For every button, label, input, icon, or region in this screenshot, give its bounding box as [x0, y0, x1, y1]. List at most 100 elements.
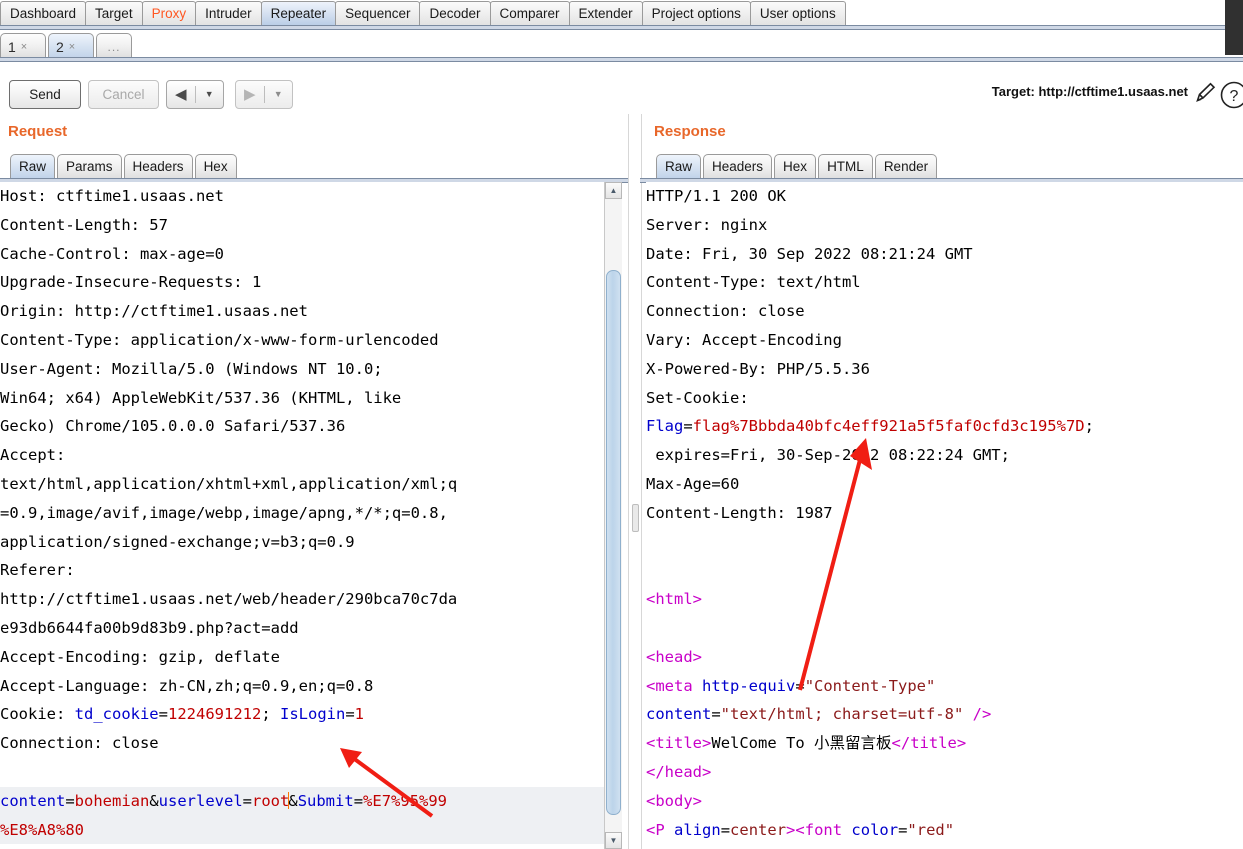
response-raw-editor[interactable]: HTTP/1.1 200 OK Server: nginx Date: Fri, 3…	[646, 182, 1243, 849]
main-tab-label: Proxy	[151, 6, 187, 21]
target-label: Target: http://ctftime1.usaas.net	[991, 84, 1188, 99]
editor-text: =	[795, 676, 805, 695]
editor-text: Server: nginx	[646, 215, 768, 234]
editor-text: e93db6644fa00b9d83b9.php?act=add	[0, 618, 299, 637]
editor-line: Connection: close	[0, 729, 604, 758]
main-tab-repeater[interactable]: Repeater	[260, 1, 337, 26]
back-arrow-icon[interactable]: ◀	[167, 81, 195, 108]
editor-text: center	[730, 820, 787, 839]
request-tab-raw[interactable]: Raw	[10, 154, 56, 179]
forward-arrow-icon[interactable]: ▶	[236, 81, 264, 108]
main-tab-label: User options	[759, 6, 836, 21]
editor-text: title	[910, 734, 957, 753]
scrollbar-thumb[interactable]	[606, 270, 621, 815]
main-tab-intruder[interactable]: Intruder	[195, 1, 262, 26]
pencil-icon[interactable]	[1192, 80, 1218, 106]
editor-line: Content-Length: 57	[0, 211, 604, 240]
request-tab-label: Hex	[203, 159, 228, 174]
request-raw-editor[interactable]: Host: ctftime1.usaas.net Content-Length: …	[0, 182, 604, 849]
send-button[interactable]: Send	[9, 80, 81, 109]
editor-text: content	[646, 705, 712, 724]
editor-text: WelCome To 小黑留言板	[711, 734, 892, 753]
send-button-label: Send	[29, 87, 61, 102]
close-icon[interactable]: ×	[21, 41, 27, 53]
cancel-button[interactable]: Cancel	[88, 80, 159, 109]
response-pane-title: Response	[654, 123, 726, 140]
scroll-down-arrow-icon[interactable]: ▼	[605, 832, 622, 849]
editor-text: Connection: close	[0, 734, 159, 753]
repeater-tab-bar: 1 × 2 ×...	[0, 30, 1243, 60]
forward-history-chevron-down-icon[interactable]: ▼	[265, 81, 293, 108]
editor-text: Gecko) Chrome/105.0.0.0 Safari/537.36	[0, 417, 346, 436]
repeater-tab-moremoremore[interactable]: ...	[96, 33, 132, 60]
pane-splitter[interactable]	[628, 114, 642, 849]
response-tab-hex[interactable]: Hex	[774, 154, 817, 179]
editor-text: Flag	[646, 417, 684, 436]
editor-text: =	[345, 705, 355, 724]
editor-text: ;	[1084, 417, 1094, 436]
editor-line: Origin: http://ctftime1.usaas.net	[0, 297, 604, 326]
editor-line: Upgrade-Insecure-Requests: 1	[0, 268, 604, 297]
editor-text: </	[891, 734, 911, 753]
editor-line: Accept:	[0, 441, 604, 470]
editor-text: Content-Type: application/x-www-form-url…	[0, 330, 439, 349]
editor-line: Vary: Accept-Encoding	[646, 326, 1243, 355]
response-tab-bar: Raw Headers Hex HTML Render	[656, 153, 939, 179]
help-icon[interactable]: ?	[1219, 80, 1243, 110]
response-tab-label: Hex	[783, 159, 808, 174]
editor-text: expires=Fri, 30-Sep-2022 08:22:24 GMT;	[646, 446, 1010, 465]
main-tab-extender[interactable]: Extender	[568, 1, 643, 26]
request-pane-title: Request	[8, 123, 68, 140]
editor-line: <head>	[646, 643, 1243, 672]
editor-text: color	[851, 820, 899, 839]
editor-text: root	[252, 791, 290, 810]
request-vertical-scrollbar[interactable]: ▲ ▼	[604, 182, 622, 849]
main-tab-user-options[interactable]: User options	[749, 1, 846, 26]
go-back-button[interactable]: ◀ ▼	[166, 80, 224, 109]
main-tab-sequencer[interactable]: Sequencer	[335, 1, 421, 26]
go-forward-button[interactable]: ▶ ▼	[235, 80, 293, 109]
request-tab-label: Params	[66, 159, 113, 174]
editor-line: </head>	[646, 758, 1243, 787]
response-tab-label: Render	[883, 159, 929, 174]
request-tab-headers[interactable]: Headers	[123, 154, 193, 179]
editor-line: Gecko) Chrome/105.0.0.0 Safari/537.36	[0, 412, 604, 441]
close-icon[interactable]: ×	[69, 41, 75, 53]
editor-text	[842, 821, 851, 839]
editor-text: "text/html; charset=utf-8"	[720, 705, 964, 724]
editor-text: "red"	[907, 820, 955, 839]
response-tab-headers[interactable]: Headers	[703, 154, 773, 179]
splitter-grip[interactable]	[632, 504, 639, 532]
response-tab-render[interactable]: Render	[874, 154, 938, 179]
repeater-tab-1[interactable]: 1 ×	[0, 33, 46, 60]
editor-text: />	[972, 705, 992, 724]
main-tab-proxy[interactable]: Proxy	[141, 1, 197, 26]
back-history-chevron-down-icon[interactable]: ▼	[196, 81, 224, 108]
main-tab-target[interactable]: Target	[85, 1, 143, 26]
response-tab-raw[interactable]: Raw	[656, 154, 702, 179]
response-tab-html[interactable]: HTML	[818, 154, 873, 179]
editor-text	[693, 677, 702, 695]
repeater-tab-2[interactable]: 2 ×	[48, 33, 94, 60]
editor-text: >	[692, 647, 703, 666]
main-tab-decoder[interactable]: Decoder	[419, 1, 491, 26]
editor-text: Connection: close	[646, 302, 805, 321]
scroll-up-arrow-icon[interactable]: ▲	[605, 182, 622, 199]
editor-line: application/signed-exchange;v=b3;q=0.9	[0, 528, 604, 557]
editor-line: <body>	[646, 787, 1243, 816]
editor-text: HTTP/1.1 200 OK	[646, 187, 786, 205]
main-tab-comparer[interactable]: Comparer	[489, 1, 570, 26]
editor-line: text/html,application/xhtml+xml,applicat…	[0, 470, 604, 499]
main-tab-label: Decoder	[429, 6, 481, 21]
main-tab-project-options[interactable]: Project options	[641, 1, 751, 26]
editor-line: HTTP/1.1 200 OK	[646, 182, 1243, 211]
editor-text: P	[655, 820, 665, 839]
cancel-button-label: Cancel	[102, 87, 145, 102]
main-tab-label: Comparer	[499, 6, 560, 21]
request-tab-params[interactable]: Params	[57, 154, 122, 179]
main-tab-dashboard[interactable]: Dashboard	[0, 1, 87, 26]
request-tab-hex[interactable]: Hex	[194, 154, 237, 179]
editor-text: =	[65, 791, 75, 810]
